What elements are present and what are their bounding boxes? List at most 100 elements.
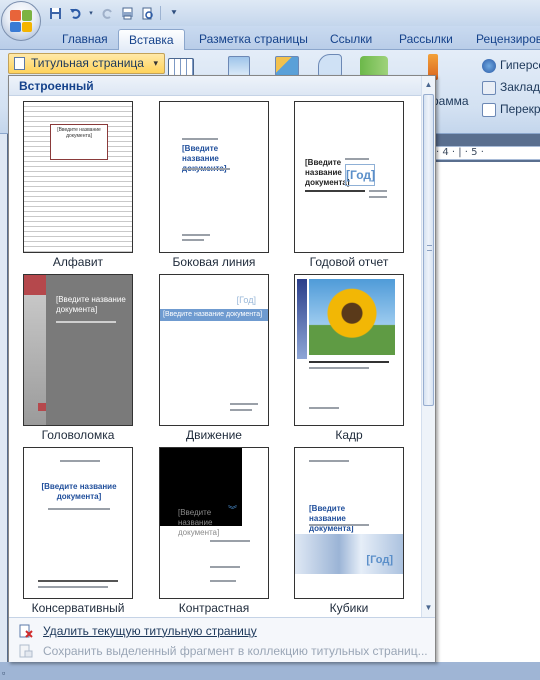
text-line <box>38 580 118 582</box>
year-text: [Год] <box>236 295 256 305</box>
remove-cover-page-item[interactable]: Удалить текущую титульную страницу <box>13 621 431 641</box>
text-line <box>182 234 210 236</box>
undo-dropdown-icon[interactable]: ▾ <box>88 6 94 20</box>
sunflower-image <box>309 279 395 355</box>
text-line <box>230 409 252 411</box>
cover-page-gallery: Встроенный ▲ ▼ [Введите название докумен… <box>8 75 436 662</box>
chevron-down-icon: ▾ <box>153 58 158 68</box>
text-line <box>182 138 218 140</box>
label-contrast: Контрастная <box>178 601 250 615</box>
label-puzzle: Головоломка <box>41 428 115 442</box>
cover-alphabet[interactable]: [Введите название документа] <box>23 101 133 253</box>
label-sideline: Боковая линия <box>172 255 256 269</box>
preview-title: [Введите название документа] <box>57 127 101 139</box>
text-line <box>48 508 110 510</box>
text-line <box>369 196 387 198</box>
bookmark-button[interactable]: Закладк <box>500 80 540 94</box>
preview-title: [Введите название документа] <box>309 504 354 533</box>
clipart-icon[interactable] <box>275 56 299 76</box>
tab-insert[interactable]: Вставка <box>118 29 185 50</box>
preview-title: [Введите название документа] <box>56 295 126 314</box>
text-line <box>230 403 258 405</box>
delete-page-icon <box>19 624 33 638</box>
document-area[interactable] <box>436 162 540 680</box>
year-text: [Год] <box>366 554 393 566</box>
tab-page-layout[interactable]: Разметка страницы <box>189 29 318 50</box>
text-line <box>309 407 339 409</box>
hyperlink-button[interactable]: Гиперсс <box>500 58 540 72</box>
text-line <box>210 580 236 582</box>
save-icon[interactable] <box>48 6 62 20</box>
side-text <box>297 279 307 359</box>
hyperlink-icon <box>482 59 496 73</box>
gallery-section-header: Встроенный <box>9 76 425 96</box>
preview-title: [Введите название документа] <box>163 311 263 318</box>
horizontal-ruler[interactable]: · 4 · | · 5 · <box>430 146 540 160</box>
cover-sideline[interactable]: [Введите название документа] <box>159 101 269 253</box>
save-to-gallery-item[interactable]: Сохранить выделенный фрагмент в коллекци… <box>13 641 431 661</box>
undo-icon[interactable] <box>68 6 82 20</box>
cover-motion[interactable]: [Год] [Введите название документа] <box>159 274 269 426</box>
cover-frame[interactable] <box>294 274 404 426</box>
tab-references[interactable]: Ссылки <box>320 29 382 50</box>
ruler-marks: · 4 · | · 5 · <box>436 147 484 158</box>
title-band: [Введите название документа] <box>160 309 268 321</box>
office-button[interactable] <box>1 1 41 41</box>
chart-label: рамма <box>432 94 469 108</box>
cover-puzzle[interactable]: [Введите название документа] <box>23 274 133 426</box>
scroll-down-icon[interactable]: ▼ <box>422 601 435 615</box>
cover-annual-report[interactable]: [Введите название документа] [Год] <box>294 101 404 253</box>
title-box: [Введите название документа] <box>50 124 108 160</box>
tab-mailings[interactable]: Рассылки <box>389 29 463 50</box>
cover-cubes[interactable]: [Введите название документа] [Год] <box>294 447 404 599</box>
ribbon-tab-row: Главная Вставка Разметка страницы Ссылки… <box>0 26 540 50</box>
text-line <box>56 321 116 323</box>
text-line <box>305 190 365 192</box>
label-cubes: Кубики <box>329 601 369 615</box>
print-icon[interactable] <box>120 6 134 20</box>
text-line <box>182 168 230 170</box>
tab-review[interactable]: Рецензиров <box>466 29 540 50</box>
status-icon: ▫ <box>2 668 6 678</box>
label-frame: Кадр <box>335 428 363 442</box>
redo-icon[interactable] <box>100 6 114 20</box>
save-to-gallery-label: Сохранить выделенный фрагмент в коллекци… <box>43 644 428 658</box>
text-line <box>210 566 240 568</box>
label-annual-report: Годовой отчет <box>309 255 389 269</box>
text-line <box>60 460 100 462</box>
red-square <box>38 403 46 411</box>
cover-conservative[interactable]: [Введите название документа] <box>23 447 133 599</box>
scroll-thumb[interactable] <box>423 94 434 406</box>
customize-icon[interactable]: ⯆ <box>167 6 181 20</box>
cover-contrast[interactable]: [Введите название документа] ︾ <box>159 447 269 599</box>
grip-icon <box>427 245 432 251</box>
text-line <box>309 367 369 369</box>
preview-title: [Введите название документа] <box>41 482 117 501</box>
cover-page-icon <box>14 57 25 70</box>
tab-home[interactable]: Главная <box>52 29 118 50</box>
toolbar-separator <box>160 6 161 20</box>
left-margin-strip <box>0 134 7 680</box>
label-alphabet: Алфавит <box>52 255 104 269</box>
chevron-icon: ︾ <box>228 505 238 515</box>
gallery-scrollbar[interactable]: ▲ ▼ <box>421 76 435 617</box>
remove-cover-page-label: Удалить текущую титульную страницу <box>43 624 257 638</box>
status-bar: ▫ <box>0 662 540 680</box>
text-line <box>309 361 389 363</box>
text-line <box>309 460 349 462</box>
crossref-icon <box>482 103 496 117</box>
quick-access-toolbar: ▾ ⯆ <box>48 4 181 22</box>
red-block <box>24 275 46 295</box>
cover-page-button[interactable]: Титульная страница ▾ <box>8 53 165 74</box>
save-to-gallery-icon <box>19 644 33 658</box>
bookmark-icon <box>482 81 496 95</box>
preview-title: [Введите название документа] <box>305 158 350 187</box>
scroll-up-icon[interactable]: ▲ <box>422 78 435 92</box>
crossref-button[interactable]: Перекр <box>500 102 540 116</box>
print-preview-icon[interactable] <box>140 6 154 20</box>
label-motion: Движение <box>186 428 242 442</box>
text-line <box>182 239 204 241</box>
text-line <box>309 524 369 526</box>
cover-page-label: Титульная страница <box>31 56 144 70</box>
gallery-footer: Удалить текущую титульную страницу Сохра… <box>9 617 435 662</box>
